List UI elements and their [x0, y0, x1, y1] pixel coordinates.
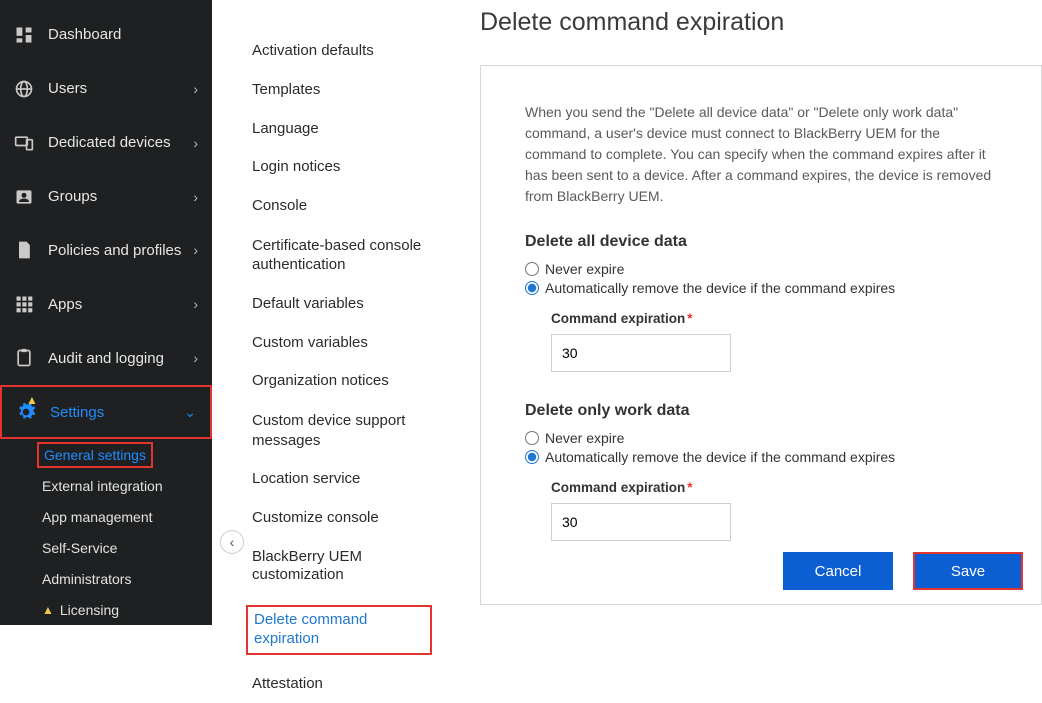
sub-item-self-service[interactable]: Self-Service	[42, 532, 212, 563]
sidebar-item-label: Apps	[48, 296, 193, 313]
secnav-location-service[interactable]: Location service	[252, 460, 432, 499]
sidebar-item-policies[interactable]: Policies and profiles ›	[0, 223, 212, 277]
secnav-attestation[interactable]: Attestation	[252, 665, 432, 703]
sidebar-item-label: Dashboard	[48, 26, 198, 43]
sidebar-item-label: Audit and logging	[48, 350, 193, 367]
sidebar-item-audit[interactable]: Audit and logging ›	[0, 331, 212, 385]
dashboard-icon	[14, 25, 34, 45]
secnav-console[interactable]: Console	[252, 187, 432, 226]
page-title: Delete command expiration	[480, 8, 1042, 37]
field-label: Command expiration*	[551, 311, 693, 326]
radio-auto-remove-all[interactable]: Automatically remove the device if the c…	[525, 280, 997, 296]
clipboard-icon	[14, 348, 34, 368]
radio-input[interactable]	[525, 431, 539, 445]
sub-item-label: Self-Service	[42, 540, 117, 556]
sub-item-label: External integration	[42, 478, 163, 494]
sub-item-administrators[interactable]: Administrators	[42, 563, 212, 594]
sidebar-item-label: Users	[48, 80, 193, 97]
chevron-down-icon: ⌄	[184, 404, 196, 421]
secnav-uem-customization[interactable]: BlackBerry UEM customization	[252, 538, 432, 596]
chevron-right-icon: ›	[193, 81, 198, 97]
section-title: Delete only work data	[525, 402, 997, 420]
chevron-right-icon: ›	[193, 242, 198, 258]
section-title: Delete all device data	[525, 233, 997, 251]
sub-item-external-integration[interactable]: External integration	[42, 470, 212, 501]
sub-item-label: General settings	[37, 442, 153, 468]
secnav-custom-device-support[interactable]: Custom device support messages	[252, 401, 432, 460]
radio-input[interactable]	[525, 281, 539, 295]
field-command-expiration-all: Command expiration*	[551, 310, 997, 372]
secnav-delete-command-expiration[interactable]: Delete command expiration	[252, 595, 432, 665]
secnav-item-label: Delete command expiration	[246, 605, 432, 655]
secnav-customize-console[interactable]: Customize console	[252, 499, 432, 538]
radio-input[interactable]	[525, 262, 539, 276]
sidebar-item-dedicated-devices[interactable]: Dedicated devices ›	[0, 116, 212, 170]
secnav-custom-variables[interactable]: Custom variables	[252, 324, 432, 363]
sub-item-label: Licensing	[60, 602, 119, 618]
sidebar-item-groups[interactable]: Groups ›	[0, 170, 212, 224]
radio-auto-remove-work[interactable]: Automatically remove the device if the c…	[525, 449, 997, 465]
sub-item-licensing[interactable]: ▲ Licensing	[42, 594, 212, 625]
warning-icon: ▲	[26, 393, 38, 407]
document-icon	[14, 240, 34, 260]
sidebar-item-label: Dedicated devices	[48, 134, 193, 151]
secnav-language[interactable]: Language	[252, 110, 432, 149]
section-delete-all: Delete all device data Never expire Auto…	[525, 233, 997, 372]
radio-label: Automatically remove the device if the c…	[545, 449, 895, 465]
secnav-cert-console-auth[interactable]: Certificate-based console authentication	[252, 226, 432, 285]
settings-submenu: General settings External integration Ap…	[0, 439, 212, 625]
sidebar-item-users[interactable]: Users ›	[0, 62, 212, 116]
secnav-org-notices[interactable]: Organization notices	[252, 362, 432, 401]
secnav-default-variables[interactable]: Default variables	[252, 285, 432, 324]
radio-label: Automatically remove the device if the c…	[545, 280, 895, 296]
globe-icon	[14, 79, 34, 99]
section-delete-work: Delete only work data Never expire Autom…	[525, 402, 997, 541]
page-description: When you send the "Delete all device dat…	[525, 102, 997, 207]
sub-item-general-settings[interactable]: General settings	[42, 439, 212, 470]
settings-card: When you send the "Delete all device dat…	[480, 65, 1042, 605]
chevron-right-icon: ›	[193, 296, 198, 312]
sub-item-label: App management	[42, 509, 153, 525]
secnav-activation-defaults[interactable]: Activation defaults	[252, 32, 432, 71]
main-panel: Delete command expiration When you send …	[452, 0, 1042, 625]
radio-label: Never expire	[545, 261, 624, 277]
secnav-login-notices[interactable]: Login notices	[252, 148, 432, 187]
apps-grid-icon	[14, 294, 34, 314]
warning-icon: ▲	[42, 603, 54, 617]
required-indicator: *	[687, 311, 692, 326]
sidebar-item-settings[interactable]: ▲ Settings ⌄	[0, 385, 212, 439]
radio-never-expire-work[interactable]: Never expire	[525, 430, 997, 446]
button-row: Cancel Save	[783, 552, 1023, 590]
field-command-expiration-work: Command expiration*	[551, 479, 997, 541]
chevron-right-icon: ›	[193, 135, 198, 151]
radio-label: Never expire	[545, 430, 624, 446]
command-expiration-input-all[interactable]	[551, 334, 731, 372]
sidebar-item-label: Groups	[48, 188, 193, 205]
command-expiration-input-work[interactable]	[551, 503, 731, 541]
save-button[interactable]: Save	[913, 552, 1023, 590]
sidebar-item-dashboard[interactable]: Dashboard	[0, 8, 212, 62]
field-label: Command expiration*	[551, 480, 693, 495]
sub-item-label: Administrators	[42, 571, 131, 587]
sidebar-item-label: Settings	[50, 404, 184, 421]
required-indicator: *	[687, 480, 692, 495]
sub-item-app-management[interactable]: App management	[42, 501, 212, 532]
sidebar-item-apps[interactable]: Apps ›	[0, 277, 212, 331]
sidebar: Dashboard Users › Dedicated devices › Gr…	[0, 0, 212, 625]
cancel-button[interactable]: Cancel	[783, 552, 893, 590]
radio-input[interactable]	[525, 450, 539, 464]
secnav-templates[interactable]: Templates	[252, 71, 432, 110]
sidebar-item-label: Policies and profiles	[48, 242, 193, 259]
devices-icon	[14, 133, 34, 153]
groups-icon	[14, 187, 34, 207]
secondary-nav: Activation defaults Templates Language L…	[212, 0, 452, 625]
chevron-right-icon: ›	[193, 189, 198, 205]
sidebar-collapse-handle[interactable]: ‹	[220, 530, 244, 554]
radio-never-expire-all[interactable]: Never expire	[525, 261, 997, 277]
chevron-right-icon: ›	[193, 350, 198, 366]
